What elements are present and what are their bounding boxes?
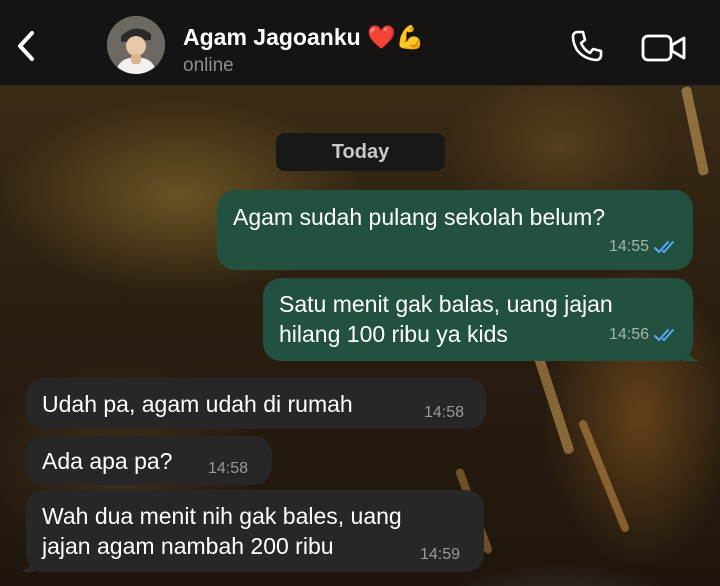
message-meta: 14:55 — [609, 232, 679, 262]
incoming-message-bubble[interactable]: Ada apa pa? 14:58 — [26, 436, 272, 485]
chevron-left-icon[interactable] — [14, 29, 42, 63]
message-meta: 14:58 — [424, 398, 464, 428]
incoming-message-bubble[interactable]: Udah pa, agam udah di rumah 14:58 — [26, 378, 486, 429]
contact-status: online — [183, 55, 234, 76]
message-meta: 14:56 — [609, 320, 679, 350]
message-text: Agam sudah pulang sekolah belum? — [233, 204, 606, 230]
outgoing-message-bubble[interactable]: Satu menit gak balas, uang jajan hilang … — [263, 278, 699, 361]
incoming-message-bubble[interactable]: Wah dua menit nih gak bales, uang jajan … — [20, 490, 484, 572]
message-meta: 14:59 — [420, 540, 460, 570]
message-meta: 14:58 — [208, 454, 248, 484]
double-check-icon — [653, 327, 679, 343]
message-time: 14:55 — [608, 238, 649, 255]
message-text-line: Wah dua menit nih gak bales, uang — [42, 503, 402, 529]
bubble-tail — [683, 343, 699, 361]
message-text: Ada apa pa? — [42, 448, 173, 474]
message-text: Udah pa, agam udah di rumah — [42, 391, 353, 417]
message-text-line: Satu menit gak balas, uang jajan — [279, 291, 613, 317]
wallpaper-light-streak — [577, 418, 631, 534]
message-text-line: hilang 100 ribu ya kids — [279, 321, 508, 347]
double-check-icon — [653, 239, 679, 255]
phone-icon[interactable] — [570, 29, 604, 63]
wallpaper-light-streak — [680, 85, 710, 177]
message-text-line: jajan agam nambah 200 ribu — [42, 533, 334, 559]
message-time: 14:58 — [424, 404, 465, 421]
date-separator: Today — [276, 133, 445, 171]
wallpaper-light-streak — [531, 347, 575, 455]
chat-header: Agam Jagoanku ❤️💪 online — [0, 0, 720, 86]
contact-name[interactable]: Agam Jagoanku ❤️💪 — [183, 24, 424, 51]
message-time: 14:59 — [420, 546, 461, 563]
contact-avatar[interactable] — [107, 16, 165, 74]
bubble-tail — [20, 554, 36, 572]
outgoing-message-bubble[interactable]: Agam sudah pulang sekolah belum? 14:55 — [217, 190, 693, 270]
video-camera-icon[interactable] — [641, 33, 687, 63]
message-time: 14:58 — [208, 460, 249, 477]
message-time: 14:56 — [608, 326, 649, 343]
